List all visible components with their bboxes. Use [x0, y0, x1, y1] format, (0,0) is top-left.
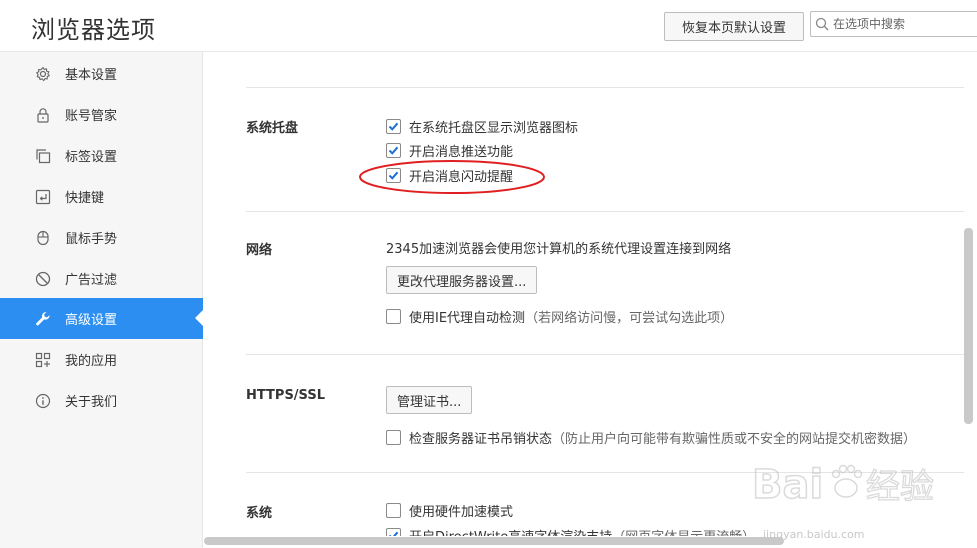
lock-icon	[34, 106, 52, 124]
search-input[interactable]	[833, 17, 973, 31]
sidebar-item-about[interactable]: 关于我们	[0, 380, 203, 421]
section-label-https: HTTPS/SSL	[246, 388, 325, 403]
search-box[interactable]	[810, 11, 977, 37]
option-hw-accel[interactable]: 使用硬件加速模式	[386, 501, 513, 520]
sidebar-item-label: 基本设置	[65, 68, 118, 83]
watermark-url: jingyan.baidu.com	[763, 528, 865, 541]
divider	[246, 354, 964, 355]
keyboard-icon	[34, 188, 52, 206]
section-label-system: 系统	[246, 506, 273, 521]
option-label: 检查服务器证书吊销状态	[409, 432, 553, 447]
option-label: 在系统托盘区显示浏览器图标	[409, 121, 579, 136]
hw-accel-checkbox[interactable]	[386, 503, 401, 518]
ie-proxy-checkbox[interactable]	[386, 309, 401, 324]
sidebar-item-advanced[interactable]: 高级设置	[0, 298, 203, 339]
proxy-settings-button[interactable]: 更改代理服务器设置...	[386, 266, 538, 294]
section-label-network: 网络	[246, 243, 273, 258]
sidebar: 基本设置 账号管家 标签设置 快捷键 鼠标手势 广告过滤 高级设置 我的应用 关…	[0, 52, 203, 548]
sidebar-item-mouse-gestures[interactable]: 鼠标手势	[0, 217, 203, 258]
sidebar-item-label: 我的应用	[65, 354, 118, 369]
sidebar-item-tabs[interactable]: 标签设置	[0, 135, 203, 176]
gear-icon	[34, 65, 52, 83]
horizontal-scrollbar[interactable]	[204, 537, 784, 545]
option-tray-icon[interactable]: 在系统托盘区显示浏览器图标	[386, 117, 578, 136]
push-checkbox[interactable]	[386, 143, 401, 158]
sidebar-item-label: 广告过滤	[65, 273, 118, 288]
reset-defaults-button[interactable]: 恢复本页默认设置	[664, 12, 804, 41]
option-label: 使用IE代理自动检测	[409, 311, 526, 326]
sidebar-item-label: 关于我们	[65, 395, 118, 410]
option-ie-proxy[interactable]: 使用IE代理自动检测 （若网络访问慢，可尝试勾选此项）	[386, 307, 733, 326]
apps-icon	[34, 351, 52, 369]
directwrite-checkbox[interactable]	[386, 528, 401, 536]
annotation-ellipse	[359, 160, 545, 194]
svg-text:Bai: Bai	[752, 462, 823, 508]
sidebar-item-ad-filter[interactable]: 广告过滤	[0, 258, 203, 299]
header: 浏览器选项 恢复本页默认设置	[0, 0, 977, 52]
option-hint: （网页字体显示更流畅）	[612, 526, 755, 536]
divider	[246, 211, 964, 212]
network-description: 2345加速浏览器会使用您计算机的系统代理设置连接到网络	[386, 242, 732, 257]
sidebar-item-label: 高级设置	[65, 313, 118, 328]
sidebar-item-label: 账号管家	[65, 109, 118, 124]
vertical-scrollbar[interactable]	[964, 228, 973, 424]
sidebar-item-accounts[interactable]: 账号管家	[0, 94, 203, 135]
info-icon	[34, 392, 52, 410]
tray-icon-checkbox[interactable]	[386, 119, 401, 134]
section-label-tray: 系统托盘	[246, 121, 299, 136]
svg-text:经验: 经验	[866, 467, 934, 507]
wrench-icon	[34, 310, 52, 328]
sidebar-item-label: 标签设置	[65, 150, 118, 165]
manage-certificates-button[interactable]: 管理证书...	[386, 386, 473, 414]
mouse-icon	[34, 229, 52, 247]
cert-revocation-checkbox[interactable]	[386, 430, 401, 445]
sidebar-item-my-apps[interactable]: 我的应用	[0, 339, 203, 380]
baidu-watermark-logo: Bai 经验	[751, 461, 934, 509]
tabs-icon	[34, 147, 52, 165]
sidebar-item-label: 鼠标手势	[65, 232, 118, 247]
option-hint: （若网络访问慢，可尝试勾选此项）	[525, 311, 734, 326]
search-icon	[811, 12, 833, 36]
divider	[246, 87, 964, 88]
option-label: 使用硬件加速模式	[409, 505, 514, 520]
page-title: 浏览器选项	[31, 16, 156, 44]
sidebar-item-label: 快捷键	[65, 191, 105, 206]
option-label: 开启DirectWrite高速字体渲染支持	[409, 526, 612, 536]
block-icon	[34, 270, 52, 288]
sidebar-item-shortcuts[interactable]: 快捷键	[0, 176, 203, 217]
option-directwrite[interactable]: 开启DirectWrite高速字体渲染支持 （网页字体显示更流畅）	[386, 526, 755, 536]
sidebar-item-basic[interactable]: 基本设置	[0, 53, 203, 94]
